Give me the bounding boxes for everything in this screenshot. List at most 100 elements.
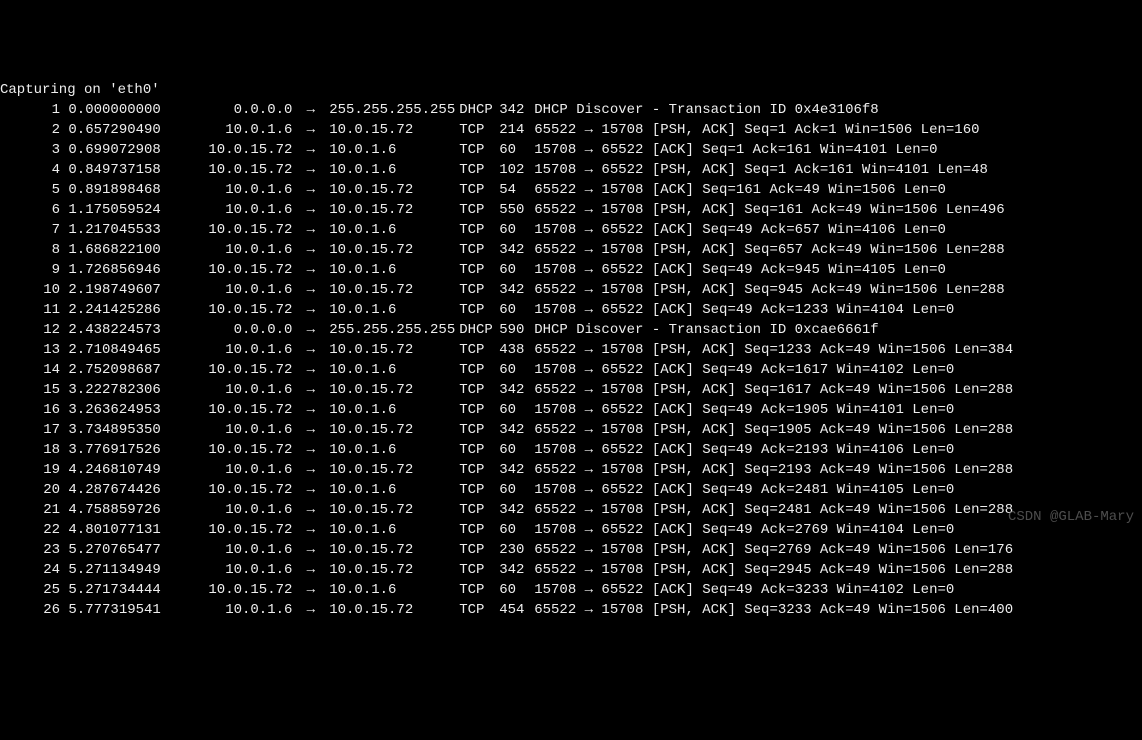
packet-row[interactable]: 24 5.27113494910.0.1.6 → 10.0.15.72TCP34… [0,560,1142,580]
packet-info: 65522 → 15708 [PSH, ACK] Seq=2193 Ack=49… [534,460,1013,480]
arrow-icon: → [301,220,321,240]
packet-row[interactable]: 26 5.77731954110.0.1.6 → 10.0.15.72TCP45… [0,600,1142,620]
packet-row[interactable]: 1 0.0000000000.0.0.0 → 255.255.255.255DH… [0,100,1142,120]
packet-row[interactable]: 20 4.28767442610.0.15.72 → 10.0.1.6TCP60… [0,480,1142,500]
packet-dst: 10.0.15.72 [329,540,459,560]
packet-row[interactable]: 9 1.72685694610.0.15.72 → 10.0.1.6TCP601… [0,260,1142,280]
packet-src: 10.0.1.6 [172,600,292,620]
packet-proto: TCP [459,500,499,520]
packet-info: 15708 → 65522 [ACK] Seq=49 Ack=657 Win=4… [534,220,946,240]
packet-src: 10.0.15.72 [172,520,292,540]
packet-proto: TCP [459,400,499,420]
packet-src: 10.0.15.72 [172,440,292,460]
packet-src: 10.0.1.6 [172,420,292,440]
packet-src: 10.0.1.6 [172,240,292,260]
packet-len: 214 [499,120,534,140]
packet-info: DHCP Discover - Transaction ID 0xcae6661… [534,320,878,340]
packet-dst: 10.0.15.72 [329,560,459,580]
packet-row[interactable]: 8 1.68682210010.0.1.6 → 10.0.15.72TCP342… [0,240,1142,260]
packet-proto: TCP [459,420,499,440]
packet-info: 15708 → 65522 [ACK] Seq=49 Ack=2193 Win=… [534,440,954,460]
packet-dst: 10.0.15.72 [329,500,459,520]
arrow-icon: → [301,560,321,580]
packet-len: 60 [499,440,534,460]
packet-row[interactable]: 17 3.73489535010.0.1.6 → 10.0.15.72TCP34… [0,420,1142,440]
packet-row[interactable]: 18 3.77691752610.0.15.72 → 10.0.1.6TCP60… [0,440,1142,460]
packet-no: 3 [0,140,60,160]
packet-len: 454 [499,600,534,620]
packet-row[interactable]: 12 2.4382245730.0.0.0 → 255.255.255.255D… [0,320,1142,340]
packet-info: 65522 → 15708 [PSH, ACK] Seq=2945 Ack=49… [534,560,1013,580]
packet-info: 65522 → 15708 [PSH, ACK] Seq=945 Ack=49 … [534,280,1004,300]
packet-info: 15708 → 65522 [ACK] Seq=49 Ack=3233 Win=… [534,580,954,600]
packet-info: 15708 → 65522 [ACK] Seq=49 Ack=1905 Win=… [534,400,954,420]
packet-info: DHCP Discover - Transaction ID 0x4e3106f… [534,100,878,120]
packet-src: 10.0.15.72 [172,360,292,380]
packet-row[interactable]: 6 1.17505952410.0.1.6 → 10.0.15.72TCP550… [0,200,1142,220]
packet-len: 60 [499,580,534,600]
arrow-icon: → [301,280,321,300]
packet-row[interactable]: 14 2.75209868710.0.15.72 → 10.0.1.6TCP60… [0,360,1142,380]
packet-row[interactable]: 10 2.19874960710.0.1.6 → 10.0.15.72TCP34… [0,280,1142,300]
packet-proto: DHCP [459,320,499,340]
arrow-icon: → [301,300,321,320]
packet-dst: 10.0.15.72 [329,600,459,620]
packet-proto: TCP [459,440,499,460]
packet-time: 1.726856946 [68,260,172,280]
packet-dst: 10.0.1.6 [329,140,459,160]
packet-row[interactable]: 7 1.21704553310.0.15.72 → 10.0.1.6TCP601… [0,220,1142,240]
packet-row[interactable]: 19 4.24681074910.0.1.6 → 10.0.15.72TCP34… [0,460,1142,480]
packet-row[interactable]: 2 0.65729049010.0.1.6 → 10.0.15.72TCP214… [0,120,1142,140]
packet-row[interactable]: 11 2.24142528610.0.15.72 → 10.0.1.6TCP60… [0,300,1142,320]
packet-no: 12 [0,320,60,340]
packet-proto: TCP [459,580,499,600]
arrow-icon: → [301,600,321,620]
packet-row[interactable]: 3 0.69907290810.0.15.72 → 10.0.1.6TCP601… [0,140,1142,160]
packet-len: 60 [499,300,534,320]
packet-row[interactable]: 23 5.27076547710.0.1.6 → 10.0.15.72TCP23… [0,540,1142,560]
packet-dst: 255.255.255.255 [329,100,459,120]
packet-time: 1.217045533 [68,220,172,240]
packet-info: 15708 → 65522 [ACK] Seq=49 Ack=1617 Win=… [534,360,954,380]
packet-dst: 10.0.1.6 [329,260,459,280]
packet-dst: 10.0.1.6 [329,520,459,540]
packet-dst: 10.0.15.72 [329,420,459,440]
packet-time: 2.752098687 [68,360,172,380]
packet-row[interactable]: 15 3.22278230610.0.1.6 → 10.0.15.72TCP34… [0,380,1142,400]
packet-no: 13 [0,340,60,360]
packet-no: 24 [0,560,60,580]
packet-row[interactable]: 22 4.80107713110.0.15.72 → 10.0.1.6TCP60… [0,520,1142,540]
packet-len: 550 [499,200,534,220]
packet-row[interactable]: 21 4.75885972610.0.1.6 → 10.0.15.72TCP34… [0,500,1142,520]
packet-info: 65522 → 15708 [PSH, ACK] Seq=2481 Ack=49… [534,500,1013,520]
packet-len: 342 [499,420,534,440]
packet-no: 9 [0,260,60,280]
packet-src: 10.0.15.72 [172,220,292,240]
packet-dst: 10.0.1.6 [329,580,459,600]
packet-info: 65522 → 15708 [PSH, ACK] Seq=161 Ack=49 … [534,200,1004,220]
packet-no: 20 [0,480,60,500]
packet-row[interactable]: 4 0.84973715810.0.15.72 → 10.0.1.6TCP102… [0,160,1142,180]
packet-row[interactable]: 5 0.89189846810.0.1.6 → 10.0.15.72TCP546… [0,180,1142,200]
packet-time: 1.686822100 [68,240,172,260]
packet-info: 65522 → 15708 [ACK] Seq=161 Ack=49 Win=1… [534,180,946,200]
packet-row[interactable]: 16 3.26362495310.0.15.72 → 10.0.1.6TCP60… [0,400,1142,420]
packet-time: 0.657290490 [68,120,172,140]
packet-time: 5.271734444 [68,580,172,600]
packet-no: 14 [0,360,60,380]
packet-dst: 255.255.255.255 [329,320,459,340]
packet-row[interactable]: 13 2.71084946510.0.1.6 → 10.0.15.72TCP43… [0,340,1142,360]
packet-time: 5.777319541 [68,600,172,620]
packet-len: 60 [499,220,534,240]
arrow-icon: → [301,400,321,420]
packet-time: 5.271134949 [68,560,172,580]
arrow-icon: → [301,180,321,200]
packet-no: 22 [0,520,60,540]
packet-src: 0.0.0.0 [172,100,292,120]
packet-row[interactable]: 25 5.27173444410.0.15.72 → 10.0.1.6TCP60… [0,580,1142,600]
packet-proto: TCP [459,200,499,220]
packet-len: 342 [499,380,534,400]
packet-dst: 10.0.1.6 [329,360,459,380]
packet-time: 4.246810749 [68,460,172,480]
arrow-icon: → [301,380,321,400]
